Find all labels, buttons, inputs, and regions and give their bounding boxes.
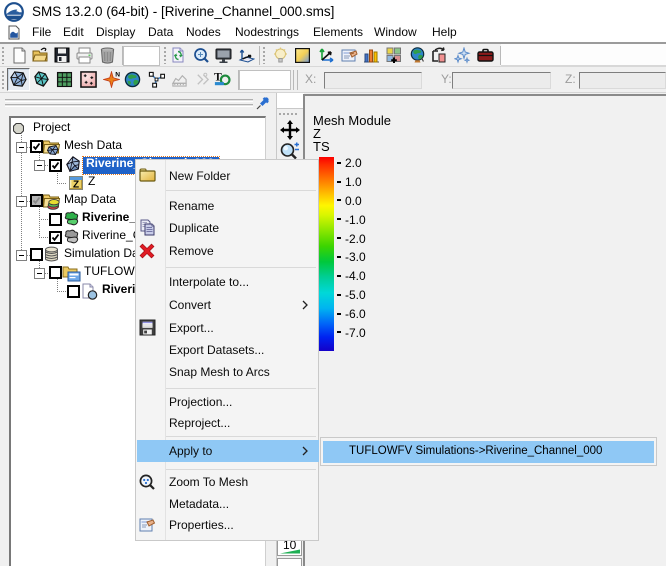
svg-text:Z: Z xyxy=(73,180,79,191)
svg-text:N: N xyxy=(115,72,120,79)
